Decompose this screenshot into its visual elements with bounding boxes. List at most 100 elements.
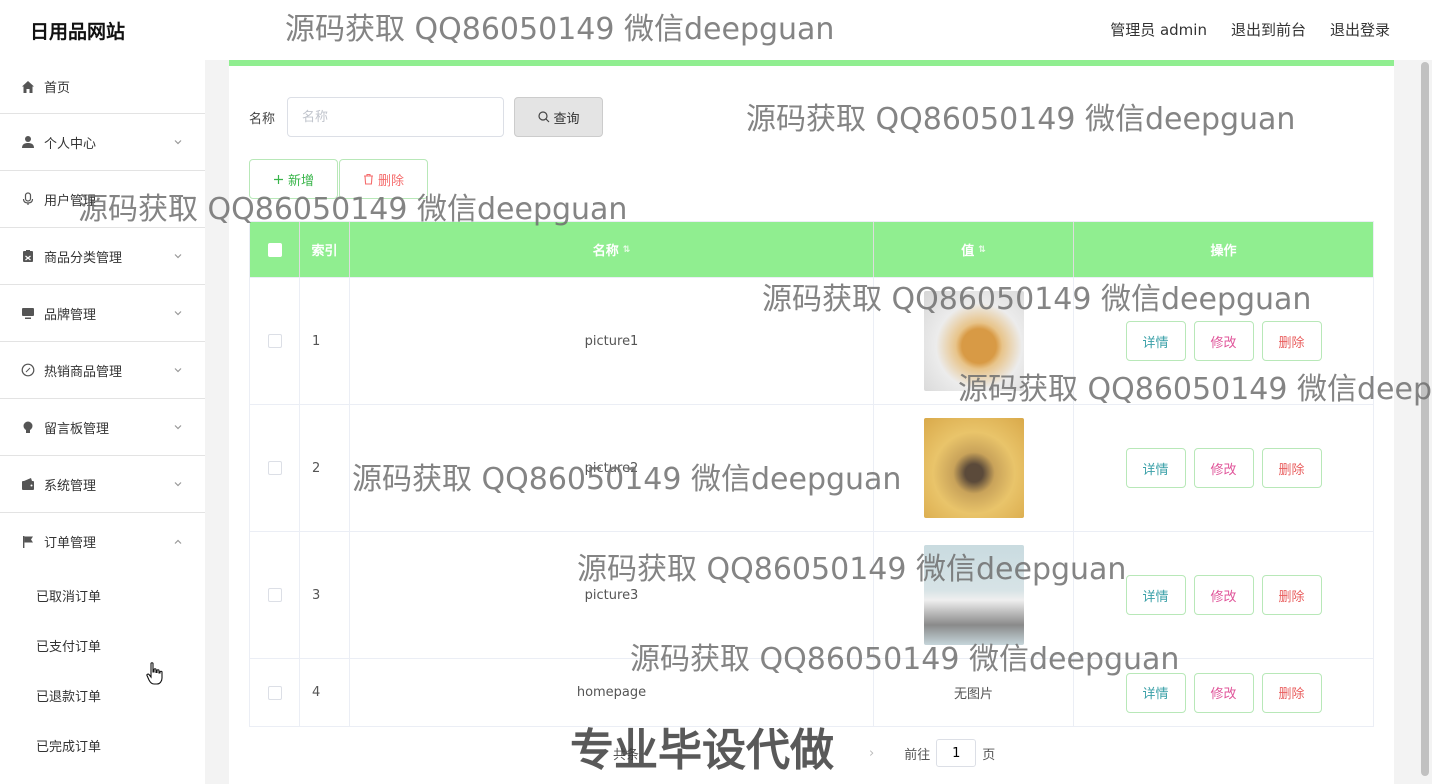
table-row: 1 picture1 详情 修改 删除 [250,277,1373,404]
row-checkbox[interactable] [267,461,282,475]
table-header: 索引 名称 ⇅ 值 ⇅ 操作 [250,222,1373,277]
row-index: 4 [300,659,350,726]
row-name: picture1 [350,278,874,404]
row-value [874,278,1074,404]
next-page-icon[interactable]: › [869,746,874,761]
sort-icon[interactable]: ⇅ [978,245,986,255]
header-name[interactable]: 名称 ⇅ [350,222,874,277]
goto-page-input[interactable] [936,739,977,767]
row-actions: 详情 修改 删除 [1074,532,1373,658]
sidebar-item-hot-products[interactable]: 热销商品管理 [0,342,205,399]
detail-button[interactable]: 详情 [1125,321,1186,361]
row-checkbox[interactable] [267,334,282,348]
sidebar-item-order-management[interactable]: 订单管理 [0,513,205,570]
chevron-down-icon [173,250,183,265]
edit-button[interactable]: 修改 [1193,321,1254,361]
row-value [874,532,1074,658]
chevron-down-icon [173,136,183,151]
delete-button[interactable]: 删除 [1261,672,1322,713]
row-value [874,405,1074,531]
pagination-total-prefix: 共 [613,747,627,763]
search-input[interactable] [287,97,505,137]
hand-cursor-icon [146,662,164,690]
row-name: picture2 [350,405,874,531]
plus-icon [273,174,283,184]
sidebar-item-user-management[interactable]: 用户管理 [0,171,205,228]
sidebar-item-label: 热销商品管理 [44,364,123,380]
header-value-label: 值 [961,244,975,259]
delete-button[interactable]: 删除 [1261,448,1322,488]
table-row: 3 picture3 详情 修改 删除 [250,531,1373,658]
product-thumbnail [923,545,1024,645]
sidebar-item-label: 首页 [44,81,71,96]
page-scrollbar[interactable] [1421,60,1429,784]
sidebar: 首页 个人中心 用户管理 商品分类管理 品牌管理 热销商品管理 留言板管理 系统… [0,60,205,784]
row-select-cell [250,532,300,658]
sort-icon[interactable]: ⇅ [623,245,631,255]
table-row: 2 picture2 详情 修改 删除 [250,404,1373,531]
scrollbar-thumb[interactable] [1421,62,1429,776]
exit-to-front-link[interactable]: 退出到前台 [1231,19,1306,40]
submenu-refunded-orders[interactable]: 已退款订单 [0,670,205,720]
sidebar-item-system-management[interactable]: 系统管理 [0,456,205,513]
trash-icon [363,173,373,185]
sidebar-item-brand-management[interactable]: 品牌管理 [0,285,205,342]
admin-user-label[interactable]: 管理员 admin [1110,19,1207,40]
product-thumbnail [923,291,1024,391]
header-value[interactable]: 值 ⇅ [874,222,1074,277]
row-name: picture3 [350,532,874,658]
header-actions: 操作 [1210,244,1237,259]
sidebar-item-personal-center[interactable]: 个人中心 [0,114,205,171]
logout-link[interactable]: 退出登录 [1330,19,1390,40]
row-select-cell [250,278,300,404]
add-button[interactable]: 新增 [249,159,338,199]
header-name-label: 名称 [592,244,619,259]
submenu-paid-orders[interactable]: 已支付订单 [0,620,205,670]
delete-button[interactable]: 删除 [1261,321,1322,361]
pagination: 共 条 › 前往 页 [613,739,995,767]
row-checkbox[interactable] [267,685,282,700]
row-select-cell [250,405,300,531]
sidebar-item-label: 留言板管理 [44,421,110,437]
chevron-down-icon [173,478,183,493]
edit-button[interactable]: 修改 [1193,575,1254,615]
chevron-down-icon [173,193,183,208]
wallet-icon [20,476,36,492]
row-actions: 详情 修改 删除 [1074,659,1373,726]
select-all-cell [250,222,300,277]
sidebar-item-label: 订单管理 [44,536,97,551]
search-button[interactable]: 查询 [514,97,604,137]
sidebar-item-home[interactable]: 首页 [0,60,205,114]
submenu-completed-orders[interactable]: 已完成订单 [0,720,205,770]
sidebar-item-label: 用户管理 [44,193,97,209]
edit-button[interactable]: 修改 [1193,672,1254,713]
add-button-label: 新增 [287,173,314,189]
detail-button[interactable]: 详情 [1125,672,1186,713]
product-thumbnail [923,418,1024,518]
detail-button[interactable]: 详情 [1125,575,1186,615]
bulb-icon [20,419,36,435]
sidebar-item-category-management[interactable]: 商品分类管理 [0,228,205,285]
search-button-label: 查询 [553,111,580,127]
row-index: 3 [300,532,350,658]
action-row: 新增 删除 [249,159,428,199]
submenu-cancelled-orders[interactable]: 已取消订单 [0,570,205,620]
chevron-down-icon [173,364,183,379]
goto-label: 前往 [904,747,931,763]
delete-button[interactable]: 删除 [1261,575,1322,615]
main-content: 名称 查询 新增 删除 索引 名称⇅ 值⇅ 操作 1 picture1 [229,60,1394,784]
flag-icon [20,534,36,550]
header-links: 管理员 admin 退出到前台 退出登录 [1110,19,1390,40]
batch-delete-button[interactable]: 删除 [339,159,428,199]
row-actions: 详情 修改 删除 [1074,405,1373,531]
data-table: 索引 名称 ⇅ 值 ⇅ 操作 1 picture1 详情 修改 删除 2 pic… [249,221,1374,727]
sidebar-item-message-board[interactable]: 留言板管理 [0,399,205,456]
monitor-icon [20,305,36,321]
row-index: 2 [300,405,350,531]
accent-bar [229,60,1394,66]
edit-button[interactable]: 修改 [1193,448,1254,488]
detail-button[interactable]: 详情 [1125,448,1186,488]
row-checkbox[interactable] [267,588,282,602]
select-all-checkbox[interactable] [267,242,282,257]
table-row: 4 homepage 无图片 详情 修改 删除 [250,658,1373,726]
